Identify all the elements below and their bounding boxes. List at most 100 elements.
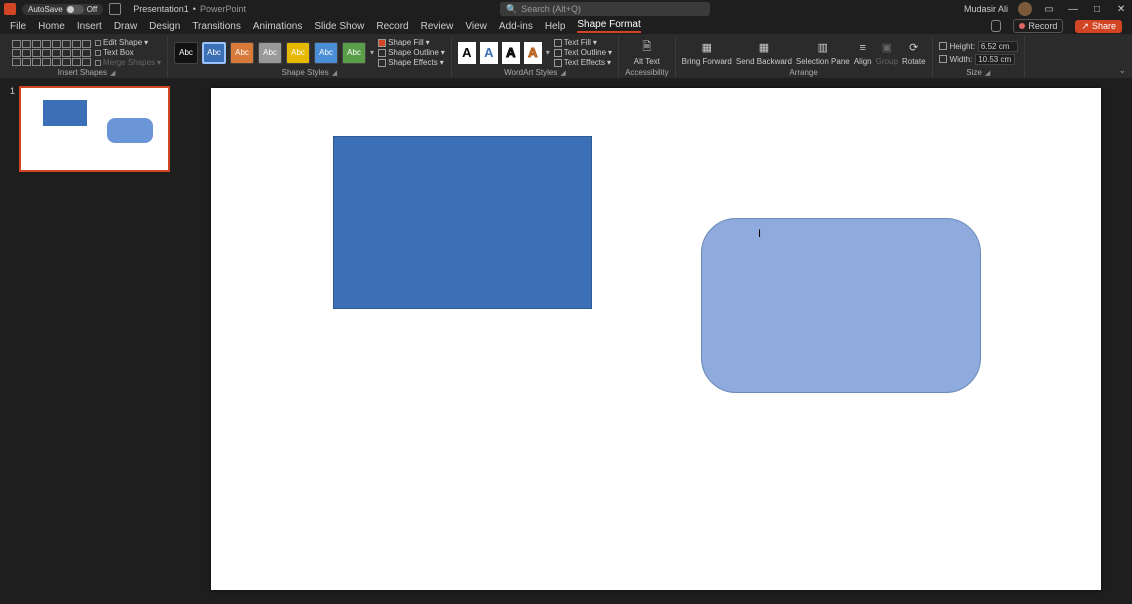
toggle-icon (66, 5, 84, 14)
text-box-icon (95, 50, 101, 56)
align-button[interactable]: ≡Align (854, 40, 872, 66)
tab-help[interactable]: Help (545, 21, 566, 32)
group-insert-shapes: Edit Shape▾ Text Box Merge Shapes▾ Inser… (6, 36, 168, 78)
text-fill-button[interactable]: Text Fill▾ (554, 38, 612, 47)
wordart-swatch-4[interactable]: A (524, 42, 542, 64)
group-accessibility: 🗎Alt Text Accessibility (619, 36, 676, 78)
group-label-accessibility: Accessibility (625, 68, 669, 77)
share-button[interactable]: ↗Share (1075, 20, 1122, 33)
tab-record[interactable]: Record (376, 21, 408, 32)
width-input[interactable]: 10.53 cm (975, 54, 1015, 65)
merge-icon (95, 60, 101, 66)
wordart-swatch-1[interactable]: A (458, 42, 476, 64)
rounded-rectangle-shape[interactable] (701, 218, 981, 393)
shape-outline-button[interactable]: Shape Outline▾ (378, 48, 445, 57)
tab-review[interactable]: Review (421, 21, 454, 32)
wordart-gallery-more-icon[interactable]: ▾ (546, 48, 550, 57)
width-label: Width: (950, 55, 973, 64)
style-swatch-2[interactable]: Abc (202, 42, 226, 64)
dialog-launcher-icon[interactable]: ◢ (332, 69, 337, 77)
group-button[interactable]: ▣Group (876, 40, 898, 66)
bring-forward-button[interactable]: ▦Bring Forward (682, 40, 732, 66)
group-label-wordart: WordArt Styles (504, 68, 557, 77)
send-backward-button[interactable]: ▦Send Backward (736, 40, 792, 66)
close-button[interactable]: ✕ (1114, 2, 1128, 16)
text-fill-icon (554, 39, 562, 47)
thumbnail-panel[interactable]: 1 (0, 78, 180, 600)
text-effects-icon (554, 59, 562, 67)
tab-insert[interactable]: Insert (77, 21, 102, 32)
text-box-button[interactable]: Text Box (95, 48, 161, 57)
alt-text-icon: 🗎 (638, 40, 656, 56)
alt-text-button[interactable]: 🗎Alt Text (634, 40, 660, 66)
save-icon[interactable] (109, 3, 121, 15)
height-icon (939, 42, 947, 50)
status-bar (0, 600, 1132, 604)
tab-shape-format[interactable]: Shape Format (577, 19, 640, 33)
minimize-button[interactable]: — (1066, 2, 1080, 16)
tab-animations[interactable]: Animations (253, 21, 302, 32)
edit-shape-button[interactable]: Edit Shape▾ (95, 38, 161, 47)
thumb-rounded-rectangle-shape (107, 118, 153, 143)
style-swatch-3[interactable]: Abc (230, 42, 254, 64)
selection-pane-icon: ▥ (814, 40, 832, 56)
fill-icon (378, 39, 386, 47)
shape-effects-button[interactable]: Shape Effects▾ (378, 58, 445, 67)
record-button[interactable]: Record (1013, 19, 1063, 33)
group-wordart-styles: A A A A ▾ Text Fill▾ Text Outline▾ Text … (452, 36, 619, 78)
tab-draw[interactable]: Draw (114, 21, 137, 32)
text-effects-button[interactable]: Text Effects▾ (554, 58, 612, 67)
dialog-launcher-icon[interactable]: ◢ (560, 69, 565, 77)
group-label-arrange: Arrange (789, 68, 817, 77)
rotate-icon: ⟳ (905, 40, 923, 56)
bring-forward-icon: ▦ (698, 40, 716, 56)
merge-shapes-button[interactable]: Merge Shapes▾ (95, 58, 161, 67)
text-outline-button[interactable]: Text Outline▾ (554, 48, 612, 57)
group-icon: ▣ (878, 40, 896, 56)
record-dot-icon (1019, 23, 1025, 29)
ribbon-mode-icon[interactable]: ▭ (1042, 2, 1056, 16)
tab-addins[interactable]: Add-ins (499, 21, 533, 32)
tab-file[interactable]: File (10, 21, 26, 32)
menu-bar: File Home Insert Draw Design Transitions… (0, 18, 1132, 34)
shape-fill-button[interactable]: Shape Fill▾ (378, 38, 445, 47)
dialog-launcher-icon[interactable]: ◢ (985, 69, 990, 77)
text-outline-icon (554, 49, 562, 57)
mic-icon[interactable] (991, 20, 1001, 32)
width-icon (939, 55, 947, 63)
tab-home[interactable]: Home (38, 21, 65, 32)
group-label-shape-styles: Shape Styles (282, 68, 329, 77)
style-swatch-5[interactable]: Abc (286, 42, 310, 64)
user-name[interactable]: Mudasir Ali (964, 4, 1008, 14)
slide[interactable]: I (211, 88, 1101, 590)
group-label-size: Size (966, 68, 982, 77)
collapse-ribbon-icon[interactable]: ⌄ (1118, 65, 1126, 76)
dialog-launcher-icon[interactable]: ◢ (110, 69, 115, 77)
slide-thumbnail-1[interactable]: 1 (10, 86, 170, 172)
style-swatch-4[interactable]: Abc (258, 42, 282, 64)
search-input[interactable]: 🔍 Search (Alt+Q) (500, 2, 710, 16)
autosave-toggle[interactable]: AutoSave Off (22, 4, 103, 15)
tab-slideshow[interactable]: Slide Show (314, 21, 364, 32)
tab-view[interactable]: View (465, 21, 487, 32)
document-name: Presentation1 (133, 4, 189, 14)
selection-pane-button[interactable]: ▥Selection Pane (796, 40, 850, 66)
group-size: Height:6.52 cm Width:10.53 cm Size◢ (933, 36, 1025, 78)
style-swatch-1[interactable]: Abc (174, 42, 198, 64)
tab-design[interactable]: Design (149, 21, 180, 32)
style-swatch-6[interactable]: Abc (314, 42, 338, 64)
edit-shape-icon (95, 40, 101, 46)
slide-canvas-area[interactable]: I (180, 78, 1132, 600)
wordart-swatch-3[interactable]: A (502, 42, 520, 64)
wordart-swatch-2[interactable]: A (480, 42, 498, 64)
rectangle-shape[interactable] (333, 136, 592, 309)
height-input[interactable]: 6.52 cm (978, 41, 1018, 52)
maximize-button[interactable]: □ (1090, 2, 1104, 16)
avatar[interactable] (1018, 2, 1032, 16)
shape-gallery[interactable] (12, 40, 91, 66)
tab-transitions[interactable]: Transitions (192, 21, 241, 32)
style-swatch-7[interactable]: Abc (342, 42, 366, 64)
style-gallery-more-icon[interactable]: ▾ (370, 48, 374, 57)
rotate-button[interactable]: ⟳Rotate (902, 40, 926, 66)
app-name: PowerPoint (200, 4, 246, 14)
